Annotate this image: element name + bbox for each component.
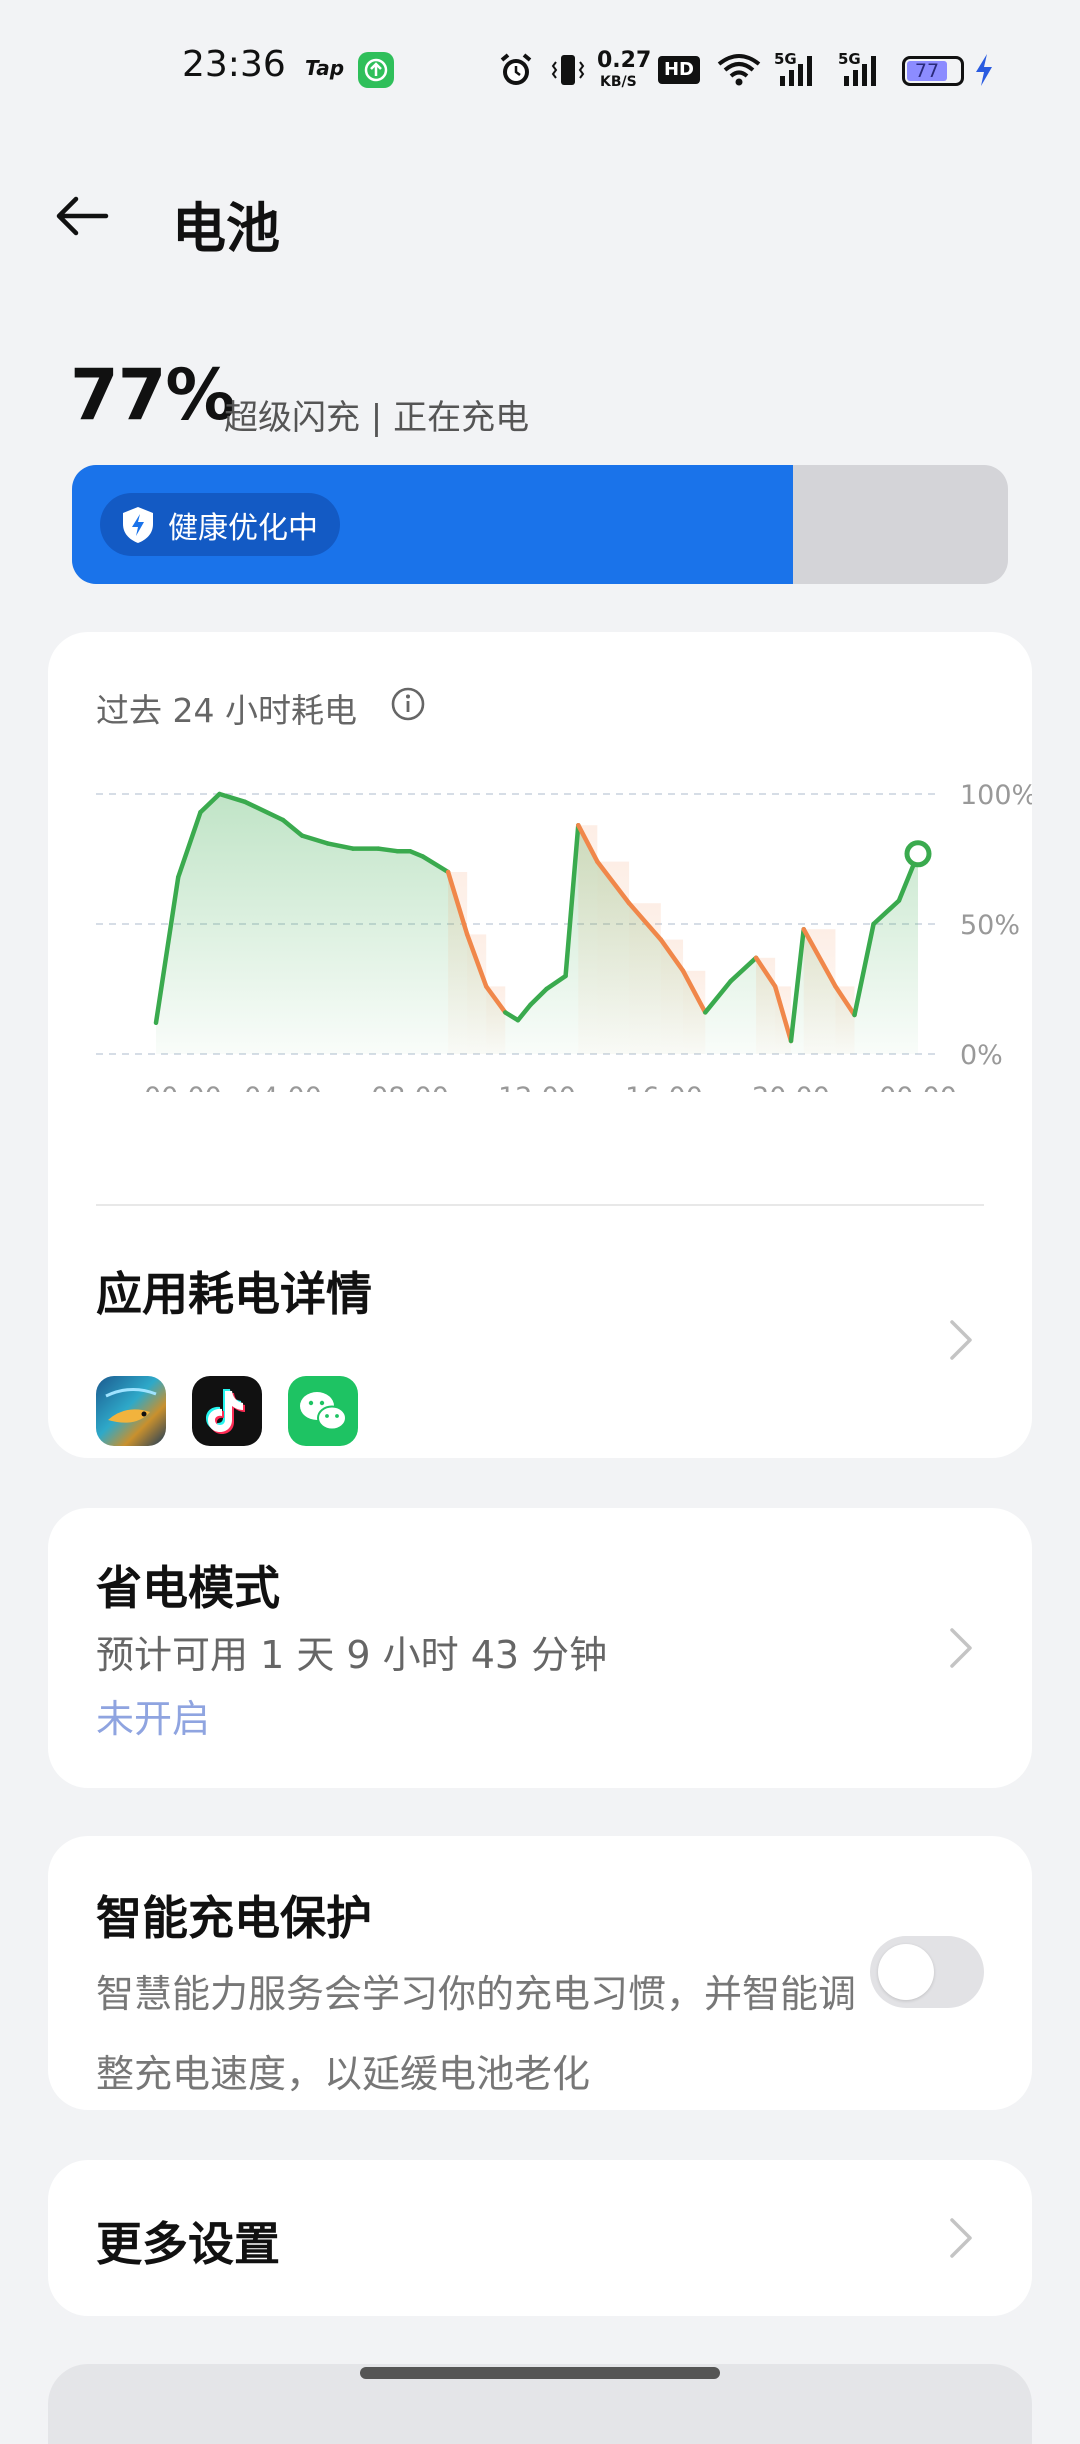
page-title: 电池 <box>172 197 280 260</box>
chevron-right-icon <box>950 2218 972 2258</box>
status-time: 23:36 <box>182 44 286 85</box>
toggle-knob <box>878 1944 934 2000</box>
x-tick-label: 16:00 <box>625 1082 703 1092</box>
x-tick-label: 04:00 <box>244 1082 322 1092</box>
power-saving-status: 未开启 <box>96 1697 211 1741</box>
info-icon[interactable] <box>388 684 428 724</box>
power-saving-mode-card[interactable]: 省电模式 预计可用 1 天 9 小时 43 分钟 未开启 <box>48 1508 1032 1788</box>
signal-5g-icon: 5G <box>774 50 826 90</box>
net-speed-unit: KB/S <box>600 74 637 90</box>
x-tick-label: 00:00 <box>879 1082 957 1092</box>
hd-badge-label: HD <box>663 59 694 80</box>
more-settings-title: 更多设置 <box>96 2217 280 2271</box>
home-indicator[interactable] <box>360 2367 720 2379</box>
power-saving-title: 省电模式 <box>96 1561 280 1615</box>
net-speed-value: 0.27 <box>597 48 652 73</box>
tap-app-label: Tap <box>305 56 345 80</box>
usage-segment <box>376 846 400 854</box>
health-badge-label: 健康优化中 <box>168 510 318 546</box>
tiktok-app-icon <box>192 1376 262 1446</box>
chevron-right-icon <box>950 1320 972 1360</box>
back-arrow-icon[interactable] <box>50 184 114 248</box>
battery-level-bar: 健康优化中 <box>72 465 1008 584</box>
remaining-time-estimate: 预计可用 1 天 9 小时 43 分钟 <box>96 1633 608 1677</box>
health-optimizing-badge[interactable]: 健康优化中 <box>100 493 340 556</box>
battery-usage-chart[interactable]: 100% 50% 0% 00:00 04:00 08:00 12:00 16:00 20:00… <box>48 762 1032 1092</box>
usage-chart-title: 过去 24 小时耗电 <box>96 691 357 730</box>
wifi-icon <box>717 54 761 86</box>
app-usage-title: 应用耗电详情 <box>96 1267 372 1321</box>
hd-voice-icon: HD <box>658 56 700 84</box>
app-usage-details-row[interactable]: 应用耗电详情 <box>48 1222 1032 1458</box>
shield-icon <box>123 506 153 543</box>
drain-shade <box>803 929 836 1054</box>
battery-percent: 77% <box>70 354 236 436</box>
battery-level-text: 77 <box>914 60 940 82</box>
chevron-right-icon <box>950 1628 972 1668</box>
drain-shade <box>835 986 855 1054</box>
more-settings-card[interactable]: 更多设置 <box>48 2160 1032 2316</box>
signal-5g-icon: 5G <box>838 50 890 90</box>
x-tick-label: 08:00 <box>371 1082 449 1092</box>
y-tick-label: 100% <box>960 780 1032 811</box>
drain-shade <box>467 934 487 1054</box>
x-tick-label: 12:00 <box>498 1082 576 1092</box>
drain-shade <box>683 970 706 1054</box>
tap-upload-icon <box>358 52 394 88</box>
drain-shade <box>629 903 661 1054</box>
y-tick-label: 50% <box>960 910 1020 941</box>
x-tick-label: 00:00 <box>144 1082 222 1092</box>
wechat-app-icon <box>288 1376 358 1446</box>
chart-y-ticks: 100% 50% 0% <box>960 780 1032 1071</box>
y-tick-label: 0% <box>960 1040 1003 1071</box>
chart-x-ticks: 00:00 04:00 08:00 12:00 16:00 20:00 00:00 <box>144 1082 957 1092</box>
x-tick-label: 20:00 <box>752 1082 830 1092</box>
alarm-icon <box>500 53 532 85</box>
smart-charging-title: 智能充电保护 <box>96 1891 372 1945</box>
current-level-point <box>904 840 932 868</box>
smart-charging-description: 智慧能力服务会学习你的充电习惯，并智能调整充电速度，以延缓电池老化 <box>96 1972 857 2096</box>
card-divider <box>96 1204 984 1206</box>
smart-charging-card: 智能充电保护 智慧能力服务会学习你的充电习惯，并智能调整充电速度，以延缓电池老化 <box>48 1836 1032 2110</box>
drain-shade <box>597 861 630 1054</box>
smart-charging-toggle[interactable] <box>870 1936 984 2008</box>
battery-icon: 77 <box>902 56 964 86</box>
vibrate-icon <box>551 55 585 85</box>
fishing-game-app-icon <box>96 1376 166 1446</box>
battery-usage-card: 过去 24 小时耗电 100% 50% 0% 00:00 04:00 08:00 12:0… <box>48 632 1032 1458</box>
charging-status-text: 超级闪充 | 正在充电 <box>224 398 530 438</box>
charging-bolt-icon <box>976 54 992 86</box>
